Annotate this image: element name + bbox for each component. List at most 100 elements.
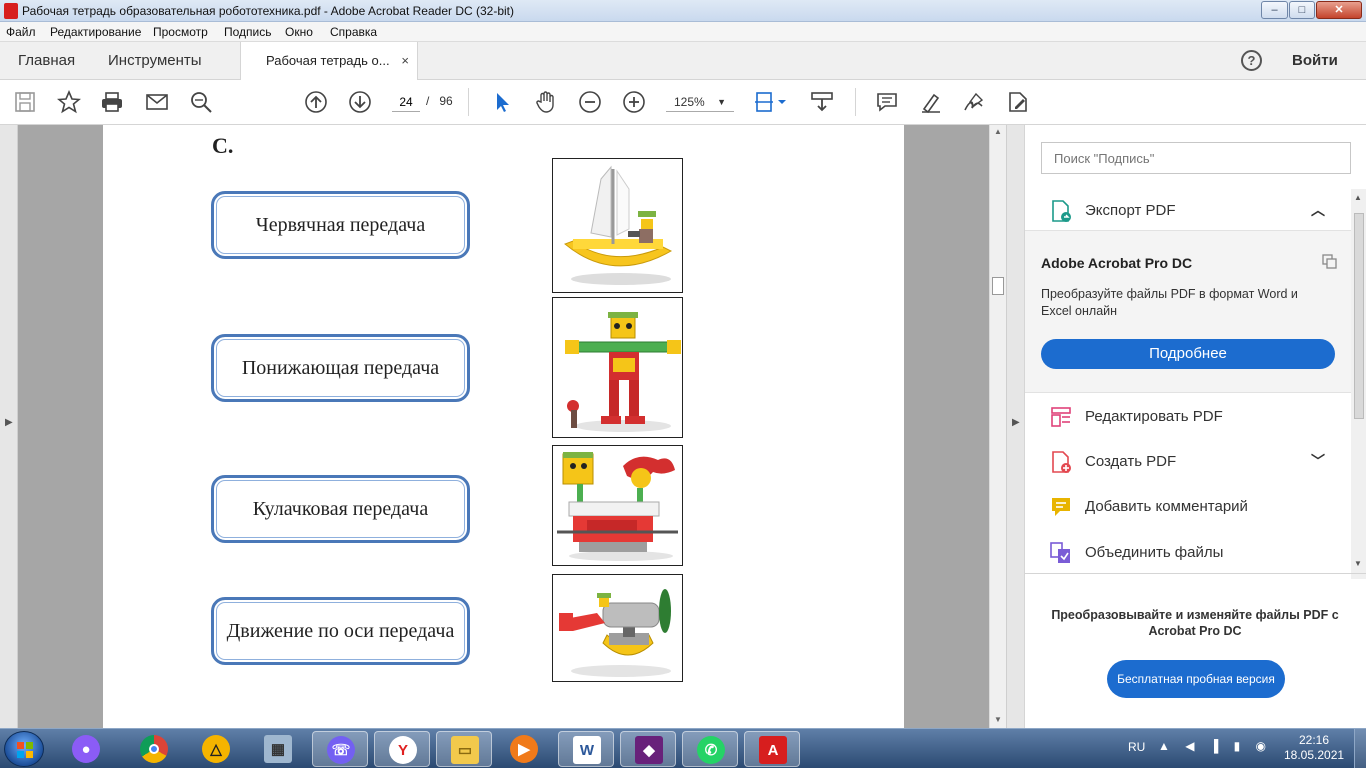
menu-window[interactable]: Окно <box>285 25 313 39</box>
trial-promo-text: Преобразовывайте и изменяйте файлы PDF с… <box>1051 608 1339 638</box>
free-trial-button[interactable]: Бесплатная пробная версия <box>1107 660 1285 698</box>
promo-text: Преобразуйте файлы PDF в формат Word и E… <box>1041 287 1298 318</box>
learn-more-button[interactable]: Подробнее <box>1041 339 1335 369</box>
chevron-down-icon[interactable]: ﹀ <box>1311 451 1325 471</box>
tool-add-comment-label: Добавить комментарий <box>1085 498 1248 515</box>
export-pdf-label: Экспорт PDF <box>1085 202 1176 219</box>
highlight-icon[interactable] <box>919 90 943 114</box>
tab-bar: Главная Инструменты Рабочая тетрадь о...… <box>0 42 1366 81</box>
select-cursor-icon[interactable] <box>490 90 514 114</box>
fill-sign-icon[interactable] <box>1006 90 1030 114</box>
acrobat-icon[interactable]: A <box>744 731 800 767</box>
minimize-button[interactable]: – <box>1261 1 1288 19</box>
create-pdf-icon <box>1049 450 1073 474</box>
menu-help[interactable]: Справка <box>330 25 377 39</box>
sign-icon[interactable] <box>962 90 986 114</box>
combine-files-icon <box>1049 541 1073 565</box>
page-separator: / <box>426 94 430 108</box>
menu-sign[interactable]: Подпись <box>224 25 272 39</box>
help-icon[interactable]: ? <box>1241 50 1262 71</box>
chevron-up-icon[interactable]: ︿ <box>1311 200 1325 220</box>
signin-link[interactable]: Войти <box>1292 52 1338 69</box>
maximize-button[interactable]: □ <box>1289 1 1315 19</box>
gear-label-worm: Червячная передача <box>211 191 470 259</box>
gear-label-cam: Кулачковая передача <box>211 475 470 543</box>
whatsapp-icon[interactable]: ✆ <box>682 731 738 767</box>
tab-home[interactable]: Главная <box>18 42 75 80</box>
menu-bar: Файл Редактирование Просмотр Подпись Окн… <box>0 22 1366 42</box>
collapse-right-icon: ▶ <box>1012 417 1020 428</box>
tool-combine-files-label: Объединить файлы <box>1085 544 1224 561</box>
tray-icons[interactable]: ▲ ◀ ▐ ▮ ◉ <box>1158 739 1272 753</box>
email-icon[interactable] <box>145 90 169 114</box>
chrome-icon[interactable] <box>126 731 182 767</box>
scroll-down-icon[interactable]: ▼ <box>994 715 1002 724</box>
taskbar: ● △ ▦ ☏ Y ▭ ▶ W ◆ ✆ A RU ▲ ◀ ▐ ▮ ◉ 22:16… <box>0 728 1366 768</box>
tool-edit-pdf-label: Редактировать PDF <box>1085 408 1223 425</box>
export-pdf-item[interactable]: Экспорт PDF ︿ <box>1025 191 1351 231</box>
tool-combine-files[interactable]: Объединить файлы <box>1025 533 1351 573</box>
print-icon[interactable] <box>100 90 124 114</box>
chevron-down-icon: ▼ <box>717 97 726 107</box>
word-icon[interactable]: W <box>558 731 614 767</box>
tab-tools[interactable]: Инструменты <box>108 42 202 80</box>
acrobat-app-icon <box>4 3 18 19</box>
scrollbar-thumb[interactable] <box>992 277 1004 295</box>
scroll-down-icon[interactable]: ▼ <box>1354 559 1362 568</box>
alice-icon[interactable]: ● <box>58 731 114 767</box>
tool-add-comment[interactable]: Добавить комментарий <box>1025 487 1351 527</box>
right-pane-toggle[interactable]: ▶ <box>1006 125 1024 728</box>
start-button[interactable] <box>4 731 44 767</box>
promo-title: Adobe Acrobat Pro DC <box>1041 255 1193 271</box>
menu-view[interactable]: Просмотр <box>153 25 208 39</box>
zoom-in-icon[interactable] <box>622 90 646 114</box>
visual-studio-icon[interactable]: ◆ <box>620 731 676 767</box>
scroll-up-icon[interactable]: ▲ <box>994 127 1002 136</box>
menu-file[interactable]: Файл <box>6 25 36 39</box>
page-down-icon[interactable] <box>348 90 372 114</box>
page-count: / 96 <box>426 94 453 108</box>
tab-document[interactable]: Рабочая тетрадь о... × <box>240 42 418 81</box>
zoom-out-icon[interactable] <box>578 90 602 114</box>
explorer-icon[interactable]: ▭ <box>436 731 492 767</box>
section-letter: С. <box>212 133 234 158</box>
page-number-input[interactable] <box>392 92 420 112</box>
fit-page-icon[interactable] <box>754 90 790 114</box>
tool-create-pdf[interactable]: Создать PDF ﹀ <box>1025 442 1351 482</box>
document-workspace[interactable]: ▶ С. Червячная передача Понижающая перед… <box>0 125 1024 728</box>
clock[interactable]: 22:16 18.05.2021 <box>1284 733 1344 763</box>
viber-icon[interactable]: ☏ <box>312 731 368 767</box>
find-icon[interactable] <box>189 90 213 114</box>
title-bar: Рабочая тетрадь образовательная робототе… <box>0 0 1366 22</box>
page-up-icon[interactable] <box>304 90 328 114</box>
bookmark-star-icon[interactable] <box>57 90 81 114</box>
scroll-up-icon[interactable]: ▲ <box>1354 193 1362 202</box>
calculator-icon[interactable]: ▦ <box>250 731 306 767</box>
show-desktop-button[interactable] <box>1354 729 1366 768</box>
expand-left-icon: ▶ <box>5 417 13 428</box>
panel-divider <box>1025 573 1366 574</box>
panel-scrollbar[interactable]: ▲ ▼ <box>1351 189 1366 579</box>
clock-date: 18.05.2021 <box>1284 748 1345 762</box>
document-scrollbar[interactable]: ▲ ▼ <box>989 125 1006 728</box>
scroll-mode-icon[interactable] <box>810 90 834 114</box>
tool-create-pdf-label: Создать PDF <box>1085 453 1177 470</box>
panel-scrollbar-thumb[interactable] <box>1354 213 1364 419</box>
left-pane-toggle[interactable]: ▶ <box>0 125 18 728</box>
tab-close-icon[interactable]: × <box>401 42 409 80</box>
copy-icon[interactable] <box>1321 253 1337 269</box>
archicad-icon[interactable]: △ <box>188 731 244 767</box>
menu-edit[interactable]: Редактирование <box>50 25 141 39</box>
hand-tool-icon[interactable] <box>534 90 558 114</box>
yandex-icon[interactable]: Y <box>374 731 430 767</box>
media-player-icon[interactable]: ▶ <box>496 731 552 767</box>
comment-icon[interactable] <box>875 90 899 114</box>
toolbar: / 96 125% ▼ <box>0 80 1366 125</box>
close-button[interactable]: ✕ <box>1316 1 1362 19</box>
language-indicator[interactable]: RU <box>1128 740 1145 754</box>
tool-edit-pdf[interactable]: Редактировать PDF <box>1025 397 1351 437</box>
save-icon[interactable] <box>13 90 37 114</box>
tab-document-label: Рабочая тетрадь о... <box>266 53 390 68</box>
tools-search-input[interactable] <box>1041 142 1351 174</box>
zoom-select[interactable]: 125% ▼ <box>666 92 734 112</box>
